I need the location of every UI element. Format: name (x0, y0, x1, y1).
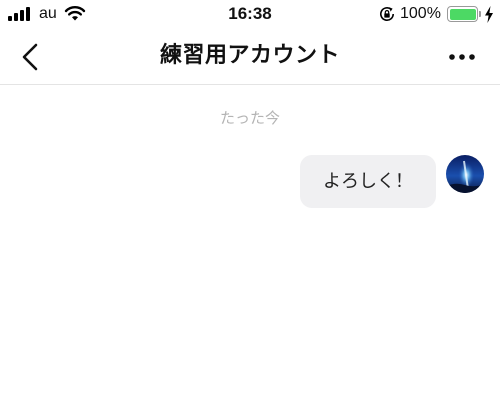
more-button[interactable] (444, 42, 480, 72)
orientation-lock-icon (380, 7, 394, 21)
aurora-avatar-image (446, 155, 484, 193)
chevron-left-icon (22, 43, 38, 71)
more-horizontal-icon (449, 54, 475, 60)
status-bar: au 16:38 100% (0, 0, 500, 30)
message-bubble[interactable]: よろしく！ (300, 155, 436, 208)
battery-cap (479, 11, 481, 17)
message-timestamp: たった今 (219, 109, 280, 127)
battery-percent: 100% (400, 5, 441, 22)
battery-icon (447, 6, 478, 22)
page-title: 練習用アカウント (159, 43, 340, 68)
nav-bar: 練習用アカウント (0, 30, 500, 85)
back-button[interactable] (14, 40, 48, 74)
charging-icon (485, 6, 493, 23)
battery-level (449, 8, 476, 20)
avatar[interactable] (446, 155, 484, 193)
